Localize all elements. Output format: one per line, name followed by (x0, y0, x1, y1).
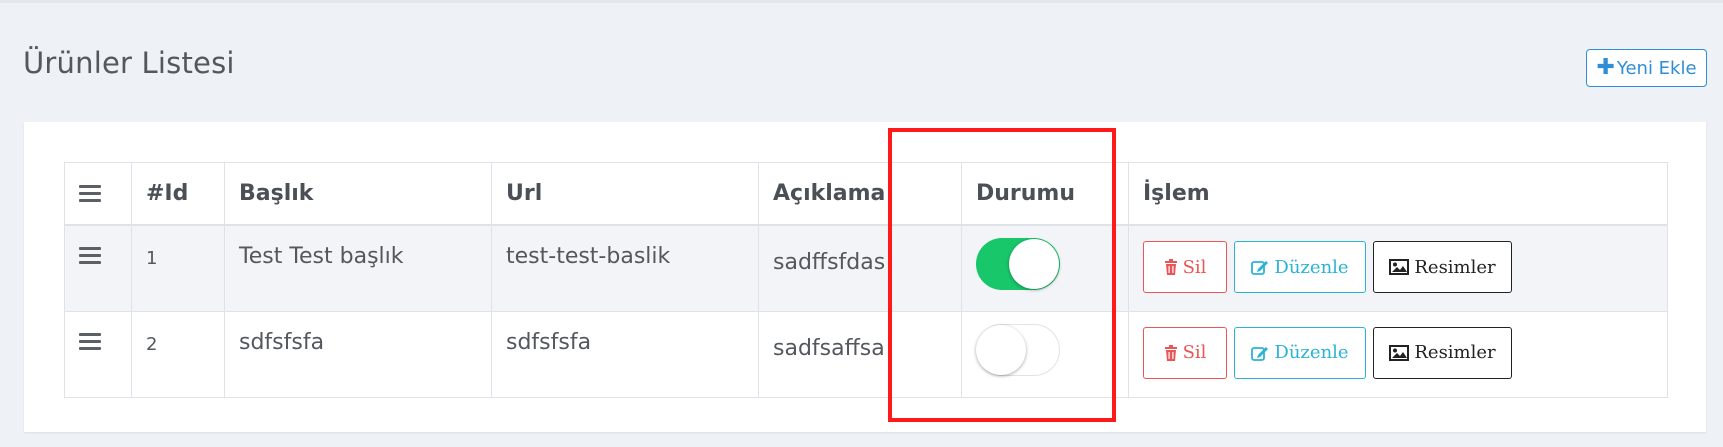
row-title: sdfsfsfa (224, 310, 492, 398)
row-url: test-test-baslik (491, 224, 759, 312)
row-actions: Sil Düzenle Resimler (1128, 310, 1668, 398)
page-title: Ürünler Listesi (23, 46, 235, 80)
delete-button-label: Sil (1182, 256, 1207, 278)
column-header-description: Açıklama (758, 162, 962, 226)
trash-icon (1164, 344, 1178, 361)
row-title: Test Test başlık (224, 224, 492, 312)
toggle-knob (1009, 239, 1059, 289)
drag-handle-icon (79, 332, 101, 350)
column-header-status: Durumu (961, 162, 1129, 226)
row-url: sdfsfsfa (491, 310, 759, 398)
row-id: 2 (131, 310, 225, 398)
edit-button-label: Düzenle (1274, 256, 1349, 278)
row-drag-handle[interactable] (64, 224, 132, 312)
status-toggle[interactable] (976, 323, 1060, 376)
add-new-button-label: Yeni Ekle (1616, 57, 1697, 79)
row-description: sadffsfdas (758, 224, 962, 312)
table-row: 1 Test Test başlık test-test-baslik sadf… (64, 224, 1668, 312)
row-drag-handle[interactable] (64, 310, 132, 398)
table-row: 2 sdfsfsfa sdfsfsfa sadfsaffsa Sil Düzen… (64, 310, 1668, 398)
delete-button-label: Sil (1182, 342, 1207, 363)
toggle-knob (976, 324, 1026, 375)
column-header-handle (64, 162, 132, 226)
row-actions: Sil Düzenle Resimler (1128, 224, 1668, 312)
delete-button[interactable]: Sil (1143, 326, 1227, 379)
column-header-url: Url (491, 162, 759, 226)
images-button-label: Resimler (1414, 256, 1496, 278)
table-header-row: #Id Başlık Url Açıklama Durumu İşlem (64, 162, 1668, 226)
edit-button-label: Düzenle (1274, 342, 1349, 363)
column-header-id: #Id (131, 162, 225, 226)
top-divider (0, 0, 1723, 3)
drag-handle-icon (79, 247, 101, 264)
add-new-button[interactable]: ✚ Yeni Ekle (1586, 49, 1707, 87)
trash-icon (1164, 259, 1178, 275)
edit-button[interactable]: Düzenle (1234, 241, 1366, 293)
column-header-title: Başlık (224, 162, 492, 226)
row-id: 1 (131, 224, 225, 312)
delete-button[interactable]: Sil (1143, 241, 1227, 293)
menu-icon (79, 184, 101, 202)
row-status-cell (961, 224, 1129, 312)
plus-icon: ✚ (1596, 55, 1615, 80)
column-header-actions: İşlem (1128, 162, 1668, 226)
status-toggle[interactable] (976, 238, 1060, 290)
images-button-label: Resimler (1414, 342, 1496, 363)
row-description: sadfsaffsa (758, 310, 962, 398)
images-button[interactable]: Resimler (1373, 326, 1512, 379)
edit-icon (1251, 345, 1269, 361)
image-icon (1389, 344, 1410, 361)
images-button[interactable]: Resimler (1373, 241, 1512, 293)
products-table: #Id Başlık Url Açıklama Durumu İşlem 1 T… (64, 162, 1668, 398)
image-icon (1389, 259, 1410, 275)
row-status-cell (961, 310, 1129, 398)
edit-button[interactable]: Düzenle (1234, 326, 1366, 379)
edit-icon (1251, 259, 1269, 275)
